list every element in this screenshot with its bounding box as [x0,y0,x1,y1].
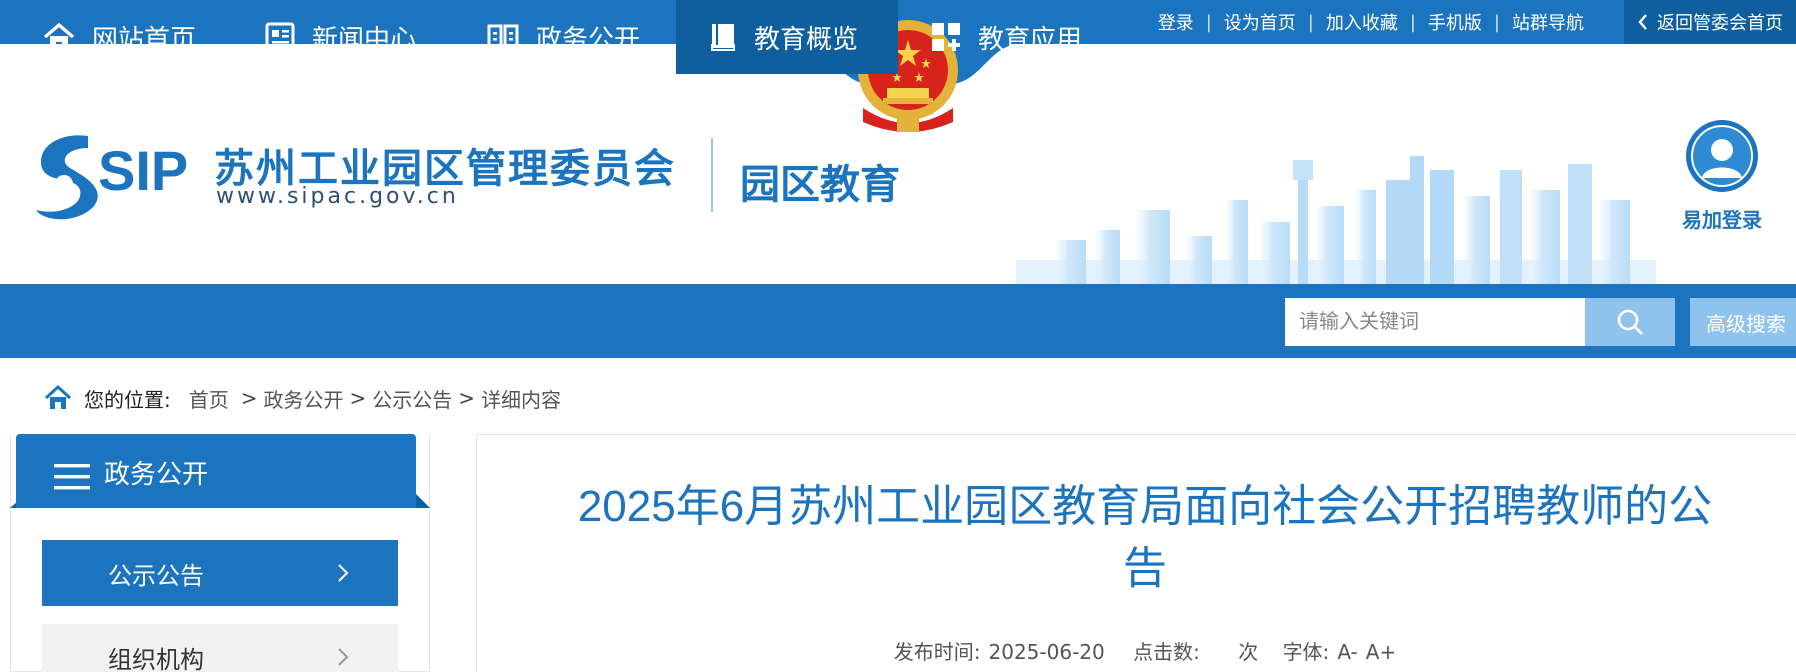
header-divider [711,138,713,212]
sip-logo-text: SIP [98,139,189,202]
site-name: 园区教育 [740,162,900,208]
publish-label: 发布时间: [893,640,981,664]
nav-item-home[interactable]: 网站首页 [0,0,232,74]
site-group-nav-link[interactable]: 站群导航 [1500,9,1596,35]
nav-label: 网站首页 [92,24,197,55]
sidebar-head-fold-right [416,494,430,508]
breadcrumb: 您的位置: 首页 > 政务公开 > 公示公告 > 详细内容 [44,380,561,416]
user-avatar-icon [1686,120,1758,192]
mobile-version-link[interactable]: 手机版 [1416,9,1494,35]
publish-date: 2025-06-20 [988,640,1105,664]
search-input[interactable] [1285,298,1585,346]
nav-label: 教育概览 [754,24,859,55]
org-url: www.sipac.gov.cn [216,184,459,209]
breadcrumb-label: 您的位置: [84,387,171,412]
breadcrumb-separator: > [240,386,258,410]
back-to-committee-home-link[interactable]: 返回管委会首页 [1624,0,1796,44]
breadcrumb-announcements[interactable]: 公示公告 [372,384,452,413]
breadcrumb-detail: 详细内容 [481,387,562,412]
nav-label: 新闻中心 [312,24,417,55]
nav-item-government-affairs[interactable]: 政务公开 [454,0,676,74]
home-icon [43,22,75,50]
font-smaller-button[interactable]: A- [1337,640,1357,664]
sidebar-item-organization[interactable]: 组织机构 [42,624,398,672]
clicks-label: 点击数: [1133,640,1200,664]
sidebar-item-label: 公示公告 [108,561,204,590]
advanced-search-button[interactable]: 高级搜索 [1690,298,1796,346]
book-open-icon [487,24,519,51]
font-size-label: 字体: [1282,640,1330,664]
back-home-label: 返回管委会首页 [1657,13,1783,34]
nav-item-news[interactable]: 新闻中心 [232,0,454,74]
nav-label: 教育应用 [978,24,1083,55]
book-icon [711,24,735,51]
breadcrumb-home[interactable]: 首页 [189,384,229,413]
search-button[interactable] [1585,298,1675,346]
home-icon [44,385,72,409]
set-homepage-link[interactable]: 设为首页 [1212,9,1308,35]
breadcrumb-government-affairs[interactable]: 政务公开 [264,384,344,413]
clicks-unit: 次 [1238,640,1259,664]
yijia-login-button[interactable]: 易加登录 [1680,118,1764,233]
login-label: 易加登录 [1682,208,1762,232]
city-skyline-image [1016,156,1656,284]
breadcrumb-separator: > [349,386,367,410]
news-icon [265,22,295,52]
nav-item-education-overview[interactable]: 教育概览 [676,0,898,74]
sidebar-item-announcements[interactable]: 公示公告 [42,540,398,606]
sidebar-item-label: 组织机构 [108,645,204,672]
chevron-right-icon [338,564,349,582]
top-links: 登录 | 设为首页 | 加入收藏 | 手机版 | 站群导航 [1146,0,1596,44]
sidebar-title: 政务公开 [104,460,209,490]
chevron-left-icon [1638,14,1647,30]
apps-icon [932,23,960,51]
article-meta: 发布时间: 2025-06-20 点击数: 次 字体: A- A+ [560,636,1730,665]
login-link[interactable]: 登录 [1146,9,1206,35]
nav-item-education-apps[interactable]: 教育应用 [898,0,1120,74]
chevron-right-icon [338,648,349,666]
menu-icon [54,464,90,490]
add-favorite-link[interactable]: 加入收藏 [1314,9,1410,35]
search-icon [1617,309,1643,335]
nav-label: 政务公开 [536,24,641,55]
breadcrumb-separator: > [458,386,476,410]
article-title: 2025年6月苏州工业园区教育局面向社会公开招聘教师的公告 [577,482,1713,593]
font-larger-button[interactable]: A+ [1366,640,1396,664]
